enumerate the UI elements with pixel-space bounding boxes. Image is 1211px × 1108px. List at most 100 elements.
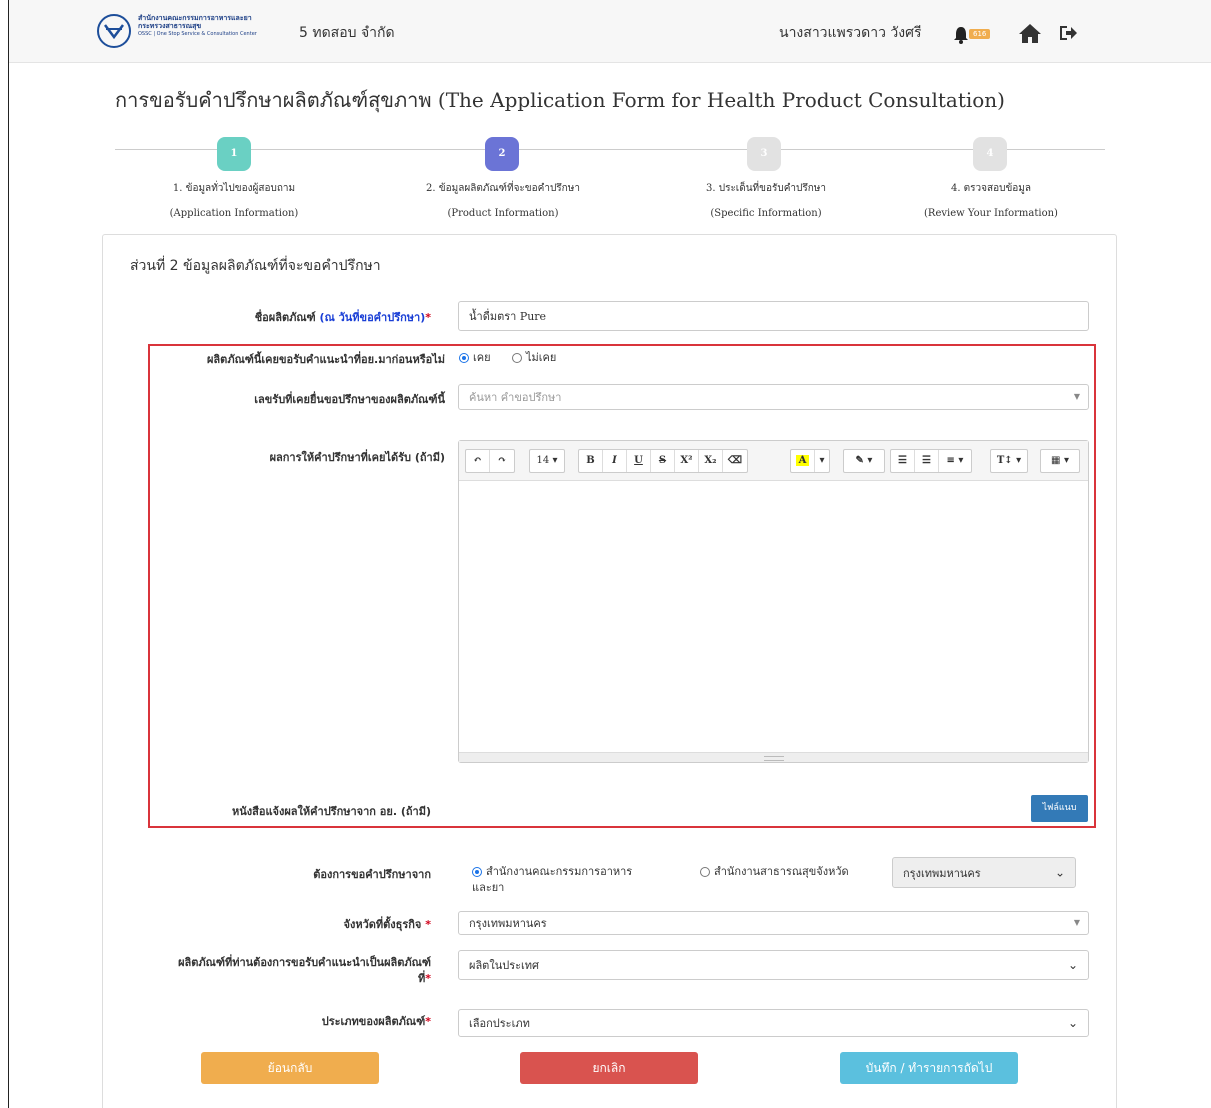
subscript-icon[interactable]: X₂ — [699, 450, 723, 472]
org-name: สำนักงานคณะกรรมการอาหารและยา — [138, 14, 252, 22]
table-group: ▦ ▾ — [1040, 449, 1080, 473]
attach-file-button[interactable]: ไฟล์แนบ — [1031, 795, 1088, 822]
required-mark: * — [425, 918, 431, 931]
page-title: การขอรับคำปรึกษาผลิตภัณฑ์สุขภาพ (The App… — [115, 88, 1005, 112]
superscript-icon[interactable]: X² — [675, 450, 699, 472]
consult-from-provincial-option[interactable]: สำนักงานสาธารณสุขจังหวัด — [700, 862, 849, 880]
step-1-label-th: 1. ข้อมูลทั่วไปของผู้สอบถาม — [172, 183, 296, 194]
business-province-value: กรุงเทพมหานคร — [469, 917, 547, 930]
save-next-button[interactable]: บันทึก / ทำรายการถัดไป — [840, 1052, 1018, 1084]
italic-icon[interactable]: I — [603, 450, 627, 472]
line-height-icon[interactable]: T↕ ▾ — [991, 450, 1027, 472]
list-group: ☰ ☰ ≡ ▾ — [890, 449, 972, 473]
prev-result-editor[interactable]: ↶ ↷ 14 ▾ B I U S X² X₂ ⌫ A ▾ ✎ ▾ ☰ ☰ ≡ ▾… — [458, 440, 1089, 763]
product-name-input[interactable]: น้ำดื่มตรา Pure — [458, 301, 1089, 331]
format-group: B I U S X² X₂ ⌫ — [578, 449, 748, 473]
business-province-label-text: จังหวัดที่ตั้งธุรกิจ — [343, 918, 422, 931]
undo-redo-group: ↶ ↷ — [465, 449, 515, 473]
redo-icon[interactable]: ↷ — [490, 450, 514, 472]
prev-result-label: ผลการให้คำปรึกษาที่เคยได้รับ (ถ้ามี) — [269, 451, 445, 464]
prev-advice-no-radio[interactable] — [512, 353, 522, 363]
prev-advice-yes-text: เคย — [473, 351, 491, 364]
prev-ref-label: เลขรับที่เคยยื่นขอปรึกษาของผลิตภัณฑ์นี้ — [254, 393, 445, 406]
product-origin-label: ผลิตภัณฑ์ที่ท่านต้องการขอรับคำแนะนำเป็นผ… — [178, 956, 431, 969]
notification-badge[interactable]: 616 — [969, 29, 991, 39]
prev-ref-search-select[interactable]: ค้นหา คำขอปรึกษา ▼ — [458, 384, 1089, 410]
product-name-label: ชื่อผลิตภัณฑ์ (ณ วันที่ขอคำปรึกษา)* — [255, 308, 431, 326]
consult-from-label: ต้องการขอคำปรึกษาจาก — [313, 868, 431, 881]
prev-advice-no-option[interactable]: ไม่เคย — [512, 348, 556, 366]
color-group: A ▾ — [790, 449, 830, 473]
highlight-color-icon[interactable]: A — [791, 450, 815, 472]
chevron-down-icon: ⌄ — [1054, 865, 1065, 879]
step-1-label-en: (Application Information) — [169, 208, 299, 219]
text-height-group: T↕ ▾ — [990, 449, 1028, 473]
prev-advice-label: ผลิตภัณฑ์นี้เคยขอรับคำแนะนำที่อย.มาก่อนห… — [206, 353, 445, 366]
required-mark: * — [425, 311, 431, 324]
logo-icon[interactable] — [97, 14, 131, 48]
logout-icon[interactable] — [1058, 24, 1078, 45]
color-caret-icon[interactable]: ▾ — [815, 450, 829, 472]
business-province-label: จังหวัดที่ตั้งธุรกิจ * — [344, 915, 432, 933]
consult-from-provincial-text: สำนักงานสาธารณสุขจังหวัด — [714, 865, 849, 878]
product-type-select[interactable]: เลือกประเภท ⌄ — [458, 1009, 1089, 1037]
bell-icon[interactable] — [952, 26, 970, 47]
step-4-label-en: (Review Your Information) — [924, 208, 1058, 219]
step-2-circle[interactable]: 2 — [485, 137, 519, 171]
bold-icon[interactable]: B — [579, 450, 603, 472]
consult-province-select[interactable]: กรุงเทพมหานคร ⌄ — [892, 857, 1076, 888]
prev-ref-placeholder: ค้นหา คำขอปรึกษา — [469, 391, 562, 404]
chevron-down-icon: ⌄ — [1067, 1016, 1078, 1030]
consult-from-fda-text: สำนักงานคณะกรรมการอาหาร — [486, 865, 633, 878]
eraser-icon[interactable]: ⌫ — [723, 450, 747, 472]
step-3-label-th: 3. ประเด็นที่ขอรับคำปรึกษา — [706, 183, 826, 194]
ordered-list-icon[interactable]: ☰ — [891, 450, 915, 472]
cancel-button[interactable]: ยกเลิก — [520, 1052, 698, 1084]
org-logo-text: สำนักงานคณะกรรมการอาหารและยา กระทรวงสาธา… — [138, 14, 288, 38]
product-origin-label-2: ที่* — [418, 969, 431, 987]
product-name-label-note: (ณ วันที่ขอคำปรึกษา) — [319, 311, 426, 324]
product-origin-value: ผลิตในประเทศ — [469, 959, 540, 972]
business-province-select[interactable]: กรุงเทพมหานคร ▼ — [458, 911, 1089, 935]
consult-province-value: กรุงเทพมหานคร — [903, 867, 981, 880]
dropdown-caret-icon: ▼ — [1073, 918, 1080, 927]
product-origin-select[interactable]: ผลิตในประเทศ ⌄ — [458, 950, 1089, 980]
prev-advice-yes-radio[interactable] — [459, 353, 469, 363]
org-ministry: กระทรวงสาธารณสุข — [138, 22, 202, 30]
required-mark: * — [425, 1015, 431, 1028]
consult-from-provincial-radio[interactable] — [700, 867, 710, 877]
consult-from-fda-radio[interactable] — [472, 867, 482, 877]
product-name-label-text: ชื่อผลิตภัณฑ์ — [254, 311, 316, 324]
step-progress-line — [115, 149, 1105, 150]
required-mark: * — [425, 972, 431, 985]
magic-wand-icon[interactable]: ✎ ▾ — [844, 450, 884, 472]
table-icon[interactable]: ▦ ▾ — [1041, 450, 1079, 472]
company-name: 5 ทดสอบ จำกัด — [299, 25, 395, 41]
user-name[interactable]: นางสาวแพรวดาว วังศรี — [779, 22, 922, 44]
step-3-label-en: (Specific Information) — [710, 208, 822, 219]
step-4-circle[interactable]: 4 — [973, 137, 1007, 171]
consult-from-fda-text-2: และยา — [472, 881, 505, 894]
step-1-circle[interactable]: 1 — [217, 137, 251, 171]
align-icon[interactable]: ≡ ▾ — [939, 450, 971, 472]
editor-resize-handle[interactable] — [459, 752, 1088, 762]
org-center: OSSC | One Stop Service & Consultation C… — [138, 31, 257, 37]
unordered-list-icon[interactable]: ☰ — [915, 450, 939, 472]
letter-label: หนังสือแจ้งผลให้คำปรึกษาจาก อย. (ถ้ามี) — [231, 805, 431, 818]
font-size-group: 14 ▾ — [529, 449, 565, 473]
back-button[interactable]: ย้อนกลับ — [201, 1052, 379, 1084]
section-title: ส่วนที่ 2 ข้อมูลผลิตภัณฑ์ที่จะขอคำปรึกษา — [130, 258, 381, 274]
underline-icon[interactable]: U — [627, 450, 651, 472]
home-icon[interactable] — [1018, 22, 1042, 47]
strikethrough-icon[interactable]: S — [651, 450, 675, 472]
prev-advice-no-text: ไม่เคย — [526, 351, 557, 364]
prev-advice-yes-option[interactable]: เคย — [459, 348, 491, 366]
font-size-value: 14 — [536, 455, 550, 466]
undo-icon[interactable]: ↶ — [466, 450, 490, 472]
step-3-circle[interactable]: 3 — [747, 137, 781, 171]
chevron-down-icon: ⌄ — [1067, 958, 1078, 972]
style-group: ✎ ▾ — [843, 449, 885, 473]
font-size-dropdown[interactable]: 14 ▾ — [530, 450, 564, 472]
step-2-label-en: (Product Information) — [447, 208, 559, 219]
product-type-label: ประเภทของผลิตภัณฑ์* — [322, 1012, 431, 1030]
